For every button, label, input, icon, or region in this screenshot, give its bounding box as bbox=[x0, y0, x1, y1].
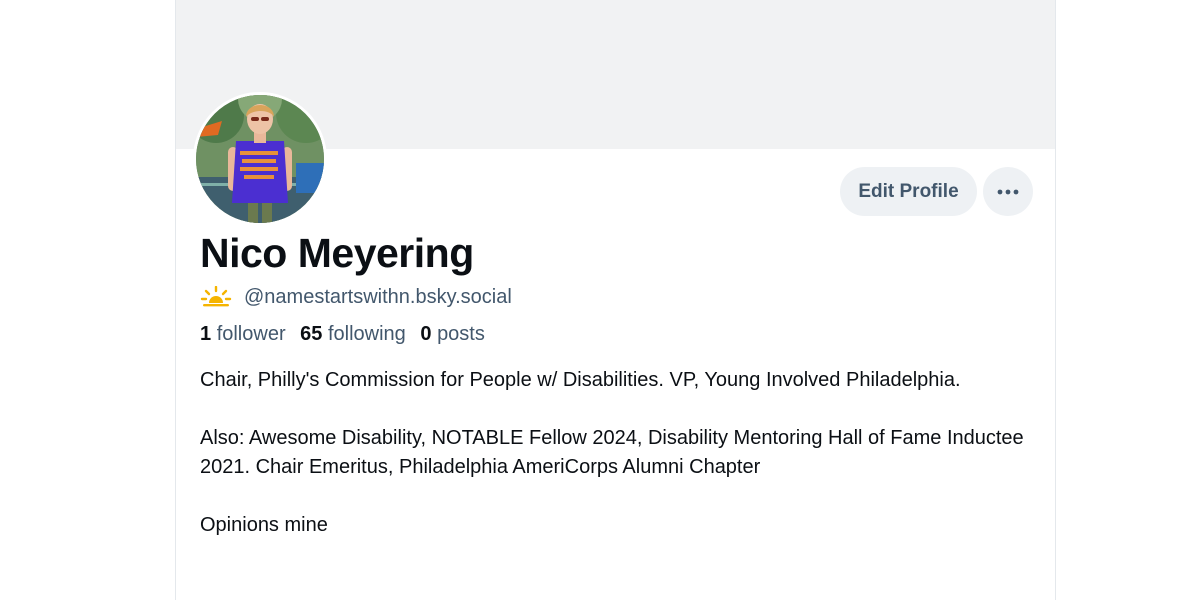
posts-label: posts bbox=[437, 323, 485, 345]
posts-stat: 0 posts bbox=[420, 323, 485, 345]
more-options-button[interactable] bbox=[983, 167, 1033, 216]
followers-count: 1 bbox=[200, 323, 212, 345]
profile-handle[interactable]: @namestartswithn.bsky.social bbox=[244, 286, 512, 309]
bio-paragraph: Chair, Philly's Commission for People w/… bbox=[200, 369, 961, 391]
followers-label: follower bbox=[216, 323, 286, 345]
profile-stats: 1 follower 65 following 0 posts bbox=[200, 323, 485, 346]
avatar-photo bbox=[196, 95, 324, 223]
following-label: following bbox=[327, 323, 406, 345]
following-link[interactable]: 65 following bbox=[300, 323, 406, 345]
profile-bio: Chair, Philly's Commission for People w/… bbox=[200, 366, 1040, 540]
profile-page: Edit Profile Nico Meyering @namestartswi… bbox=[0, 0, 1200, 600]
bio-paragraph: Opinions mine bbox=[200, 514, 328, 536]
edit-profile-button[interactable]: Edit Profile bbox=[840, 167, 977, 216]
bio-paragraph: Also: Awesome Disability, NOTABLE Fellow… bbox=[200, 427, 1024, 478]
profile-avatar[interactable] bbox=[193, 92, 327, 226]
posts-count: 0 bbox=[420, 323, 432, 345]
handle-row: @namestartswithn.bsky.social bbox=[200, 284, 512, 310]
display-name: Nico Meyering bbox=[200, 230, 474, 276]
followers-link[interactable]: 1 follower bbox=[200, 323, 286, 345]
ellipsis-icon bbox=[997, 189, 1019, 194]
sun-rising-icon bbox=[200, 286, 232, 307]
following-count: 65 bbox=[300, 323, 323, 345]
profile-column: Edit Profile Nico Meyering @namestartswi… bbox=[175, 0, 1056, 600]
